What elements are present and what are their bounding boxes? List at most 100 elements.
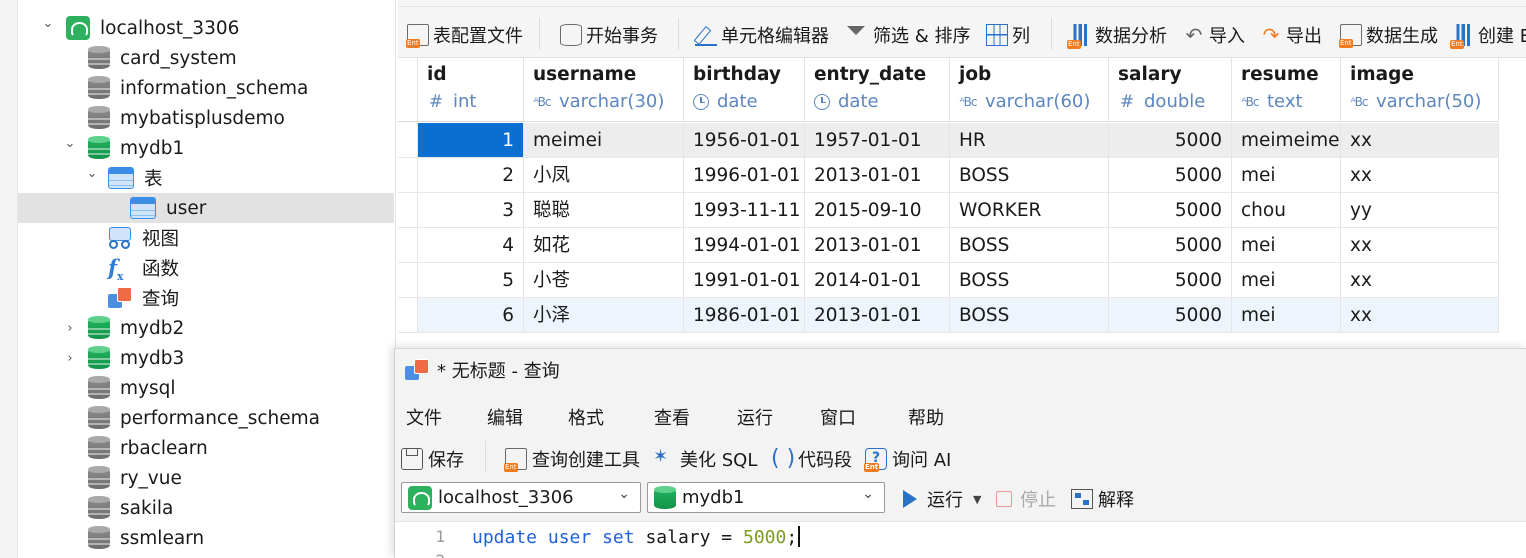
table-cell[interactable]: 1993-11-11 [684, 193, 805, 228]
table-cell[interactable]: 2013-01-01 [805, 158, 950, 193]
table-config-button[interactable]: 表配置文件 [406, 21, 523, 49]
tree-item[interactable]: mydb1 [88, 133, 184, 163]
table-row[interactable]: 6 小泽 1986-01-01 2013-01-01 BOSS 5000 mei xx [398, 298, 1499, 333]
menu-item[interactable]: 帮助 [908, 404, 944, 430]
column-header[interactable]: salary # double [1109, 58, 1232, 122]
table-cell[interactable]: BOSS [950, 228, 1109, 263]
chevron-right-icon[interactable]: › [62, 350, 78, 366]
tree-item[interactable]: mydb2 [88, 313, 184, 343]
tree-item[interactable]: 查询 [108, 283, 179, 313]
menu-item[interactable]: 窗口 [820, 404, 856, 430]
column-header[interactable]: image ᴬBc varchar(50) [1341, 58, 1499, 122]
table-cell[interactable]: 2013-01-01 [805, 298, 950, 333]
tree-item[interactable]: localhost_3306 [66, 13, 239, 43]
tree-item[interactable]: rbaclearn [88, 433, 208, 463]
table-cell[interactable]: xx [1341, 228, 1499, 263]
column-header[interactable]: job ᴬBc varchar(60) [950, 58, 1109, 122]
table-cell[interactable]: 4 [418, 228, 524, 263]
data-generation-button[interactable]: 数据生成 [1339, 21, 1438, 49]
table-cell[interactable]: WORKER [950, 193, 1109, 228]
table-cell[interactable]: BOSS [950, 263, 1109, 298]
chevron-down-icon[interactable]: ⌄ [84, 165, 100, 181]
import-button[interactable]: ↶ 导入 [1183, 21, 1245, 49]
begin-transaction-button[interactable]: 开始事务 [560, 21, 658, 49]
database-select[interactable]: mydb1 ⌄ [647, 482, 885, 513]
chevron-down-icon[interactable]: ⌄ [40, 15, 56, 31]
table-cell[interactable]: 小苍 [524, 263, 684, 298]
table-cell[interactable]: meimeime [1232, 123, 1341, 158]
filter-sort-button[interactable]: 筛选 & 排序 [847, 21, 970, 49]
table-cell[interactable]: BOSS [950, 158, 1109, 193]
tree-item[interactable]: mybatisplusdemo [88, 103, 285, 133]
table-cell[interactable]: 2 [418, 158, 524, 193]
stop-button[interactable]: 停止 [996, 485, 1056, 513]
table-cell[interactable]: 1996-01-01 [684, 158, 805, 193]
table-cell[interactable]: xx [1341, 158, 1499, 193]
table-cell[interactable]: 聪聪 [524, 193, 684, 228]
query-builder-button[interactable]: 查询创建工具 [504, 445, 640, 473]
tree-item[interactable]: ry_vue [88, 463, 182, 493]
table-cell[interactable]: 1994-01-01 [684, 228, 805, 263]
chevron-right-icon[interactable]: › [62, 320, 78, 336]
column-header[interactable]: birthday date [684, 58, 805, 122]
table-cell[interactable]: mei [1232, 158, 1341, 193]
table-row[interactable]: 5 小苍 1991-01-01 2014-01-01 BOSS 5000 mei xx [398, 263, 1499, 298]
tree-item[interactable]: sakila [88, 493, 173, 523]
menu-item[interactable]: 格式 [568, 404, 604, 430]
table-cell[interactable]: xx [1341, 123, 1499, 158]
table-cell[interactable]: 2015-09-10 [805, 193, 950, 228]
tree-item[interactable]: mysql [88, 373, 176, 403]
table-cell[interactable]: 6 [418, 298, 524, 333]
table-cell[interactable]: 5 [418, 263, 524, 298]
table-cell[interactable]: 1956-01-01 [684, 123, 805, 158]
table-cell[interactable]: xx [1341, 298, 1499, 333]
table-row[interactable]: 3 聪聪 1993-11-11 2015-09-10 WORKER 5000 chou yy [398, 193, 1499, 228]
run-button[interactable]: 运行 ▼ [903, 485, 981, 513]
connection-select[interactable]: localhost_3306 ⌄ [401, 482, 641, 513]
table-cell[interactable]: 5000 [1109, 123, 1232, 158]
table-cell[interactable]: 小泽 [524, 298, 684, 333]
tree-item[interactable]: information_schema [88, 73, 308, 103]
table-cell[interactable]: yy [1341, 193, 1499, 228]
table-row[interactable]: 1 meimei 1956-01-01 1957-01-01 HR 5000 meimeim… [398, 123, 1499, 158]
code-snippet-button[interactable]: ( ) 代码段 [771, 445, 852, 473]
table-cell[interactable]: 5000 [1109, 263, 1232, 298]
column-header[interactable]: entry_date date [805, 58, 950, 122]
menu-item[interactable]: 编辑 [487, 404, 523, 430]
table-cell[interactable]: 1 [418, 123, 524, 158]
create-button[interactable]: 创建 E [1450, 21, 1526, 49]
table-cell[interactable]: 5000 [1109, 228, 1232, 263]
beautify-sql-button[interactable]: 美化 SQL [653, 445, 757, 473]
table-cell[interactable]: 1986-01-01 [684, 298, 805, 333]
tree-item[interactable]: fx 函数 [108, 253, 179, 284]
table-cell[interactable]: mei [1232, 298, 1341, 333]
save-button[interactable]: 保存 [401, 445, 464, 473]
table-cell[interactable]: mei [1232, 263, 1341, 298]
cell-editor-button[interactable]: 单元格编辑器 [695, 21, 829, 49]
tree-item[interactable]: card_system [88, 43, 237, 73]
table-cell[interactable]: HR [950, 123, 1109, 158]
sql-editor[interactable]: 1 2 update user set salary = 5000; [395, 521, 1526, 558]
sql-code-line[interactable]: update user set salary = 5000; [472, 526, 800, 548]
table-cell[interactable]: chou [1232, 193, 1341, 228]
run-dropdown-icon[interactable]: ▼ [973, 493, 981, 506]
table-cell[interactable]: 2013-01-01 [805, 228, 950, 263]
table-cell[interactable]: 3 [418, 193, 524, 228]
table-row[interactable]: 4 如花 1994-01-01 2013-01-01 BOSS 5000 mei xx [398, 228, 1499, 263]
table-cell[interactable]: mei [1232, 228, 1341, 263]
column-header[interactable]: id # int [418, 58, 524, 122]
export-button[interactable]: ↷ 导出 [1260, 21, 1322, 49]
table-cell[interactable]: 1957-01-01 [805, 123, 950, 158]
tree-item[interactable]: ssmlearn [88, 523, 204, 553]
data-analysis-button[interactable]: 数据分析 [1067, 21, 1167, 49]
menu-item[interactable]: 文件 [406, 404, 442, 430]
menu-item[interactable]: 运行 [737, 404, 773, 430]
explain-button[interactable]: 解释 [1071, 485, 1134, 513]
table-cell[interactable]: 小凤 [524, 158, 684, 193]
table-row[interactable]: 2 小凤 1996-01-01 2013-01-01 BOSS 5000 mei xx [398, 158, 1499, 193]
table-cell[interactable]: 5000 [1109, 193, 1232, 228]
table-cell[interactable]: 2014-01-01 [805, 263, 950, 298]
chevron-down-icon[interactable]: ⌄ [62, 135, 78, 151]
table-cell[interactable]: BOSS [950, 298, 1109, 333]
tree-item[interactable]: performance_schema [88, 403, 320, 433]
